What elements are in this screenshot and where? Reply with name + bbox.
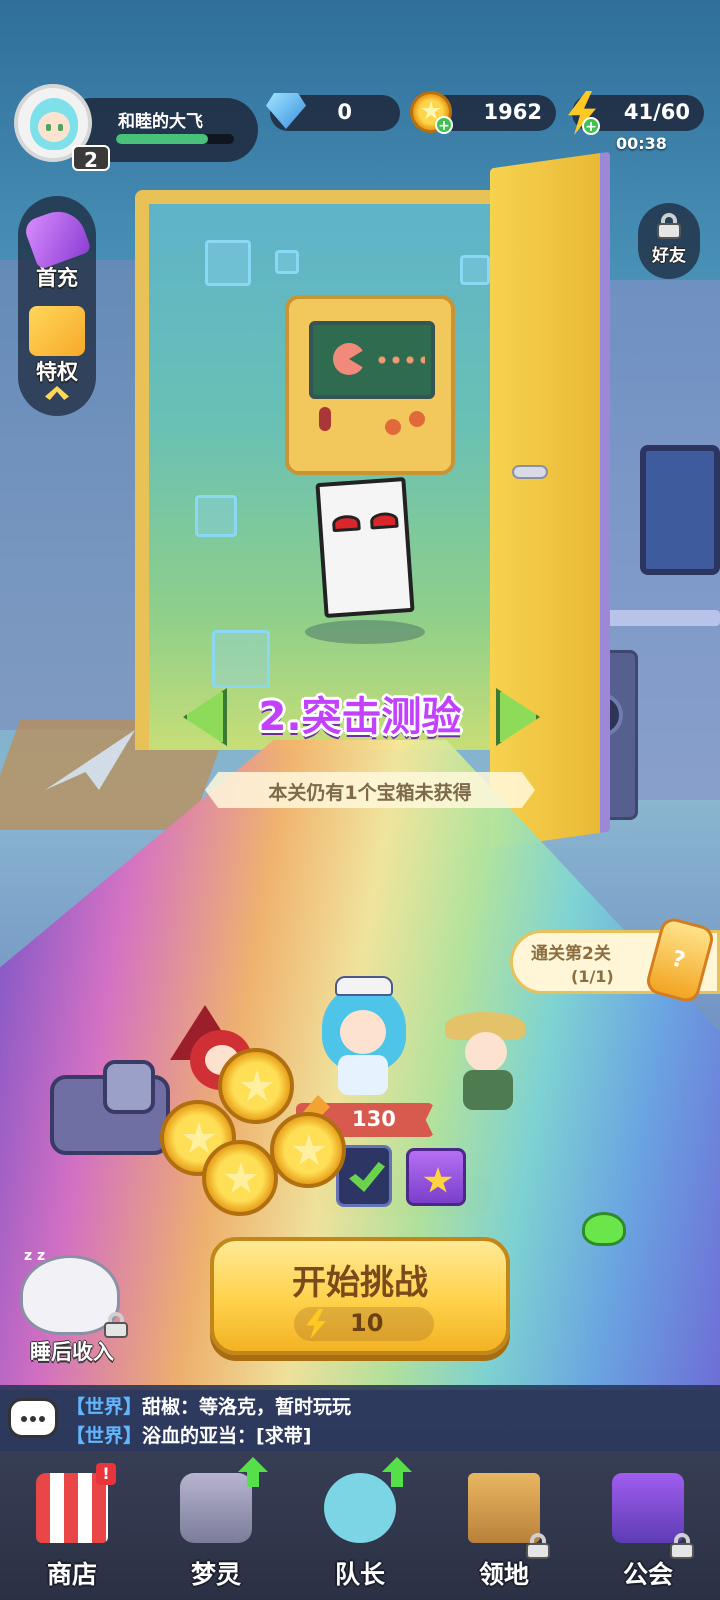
chat-text: 甜椒：等洛克，暂时玩玩 <box>142 1396 352 1418</box>
quest-title: 通关第2关 <box>531 944 611 964</box>
player-level-badge: 2 <box>72 145 110 172</box>
arcade-screen <box>309 321 435 399</box>
privilege-label: 特权 <box>36 360 78 384</box>
nav-dream-spirit[interactable]: 梦灵 <box>144 1451 288 1600</box>
nav-territory[interactable]: 领地 <box>432 1451 576 1600</box>
alert-badge: ! <box>96 1463 116 1485</box>
joystick <box>319 407 331 431</box>
lock-icon <box>102 1312 130 1338</box>
arcade-button <box>409 411 425 427</box>
avatar-eye <box>46 124 51 131</box>
pellets <box>375 356 425 364</box>
star-icon <box>423 1167 453 1193</box>
green-slime[interactable] <box>582 1212 626 1246</box>
pacman-icon <box>333 343 365 375</box>
energy-cost: 10 <box>294 1307 434 1341</box>
nav-label: 领地 <box>478 1560 529 1589</box>
start-challenge-button[interactable]: 开始挑战 10 <box>210 1237 510 1355</box>
floating-cube <box>460 255 490 285</box>
nav-label: 商店 <box>46 1560 97 1589</box>
privilege-button[interactable]: 特权 <box>18 306 96 386</box>
stage-subtitle: 本关仍有1个宝箱未获得 <box>268 782 472 804</box>
floating-cube <box>275 250 299 274</box>
diamond-value: 0 <box>337 100 352 124</box>
energy-counter[interactable]: + 41/60 <box>568 91 704 135</box>
unclaimed-chest[interactable] <box>406 1148 466 1206</box>
robot-hero-head <box>103 1060 155 1114</box>
quest-progress: (1/1) <box>571 967 614 986</box>
mage-hat <box>335 976 393 996</box>
lock-icon <box>655 213 683 239</box>
friends-label: 好友 <box>652 246 686 266</box>
add-gold-icon[interactable]: + <box>435 116 453 134</box>
team-power-value: 130 <box>352 1107 396 1131</box>
left-side-menu: 首充 特权 <box>18 196 96 416</box>
gold-counter[interactable]: + 1962 <box>410 91 556 134</box>
stage-title: 2.突击测验 <box>258 694 462 740</box>
add-energy-icon[interactable]: + <box>582 117 600 135</box>
floating-cube <box>195 495 237 537</box>
chat-channel: 【世界】 <box>66 1425 143 1447</box>
start-challenge-label: 开始挑战 <box>292 1263 428 1303</box>
arcade-machine <box>285 295 455 475</box>
upgrade-arrow-icon <box>382 1457 412 1487</box>
collapse-chevron-up-icon[interactable] <box>45 386 69 400</box>
energy-bolt-icon <box>306 1309 326 1339</box>
avatar-eye <box>58 124 63 131</box>
bottom-navigation: ! 商店 梦灵 队长 领地 公会 <box>0 1451 720 1600</box>
gold-value: 1962 <box>483 100 542 124</box>
gold-coin-pile <box>270 1112 346 1188</box>
sleep-income-label[interactable]: 睡后收入 <box>30 1336 114 1366</box>
energy-value: 41/60 <box>623 100 690 124</box>
open-door <box>490 151 610 849</box>
chat-message: 【世界】甜椒：等洛克，暂时玩玩 <box>66 1392 351 1419</box>
ticket-icon <box>29 306 85 356</box>
arcade-button <box>385 419 401 435</box>
stage-boss-card-monster[interactable] <box>315 477 415 618</box>
energy-timer: 00:38 <box>616 134 667 153</box>
first-charge-button[interactable]: 首充 <box>18 203 96 292</box>
nav-label: 梦灵 <box>190 1560 241 1589</box>
dream-spirit-icon <box>180 1473 252 1543</box>
computer-monitor <box>640 445 720 575</box>
door-knob <box>512 465 548 479</box>
floating-cube <box>212 630 270 688</box>
captain-icon <box>324 1473 396 1543</box>
gold-coin-icon: + <box>410 91 453 134</box>
boss-eye <box>369 511 399 530</box>
hammer-icon <box>22 203 92 271</box>
floating-cube <box>205 240 251 286</box>
gold-coin-pile <box>218 1048 294 1124</box>
xp-bar-fill <box>116 134 209 144</box>
boss-shadow <box>305 620 425 644</box>
nav-label: 队长 <box>334 1560 385 1589</box>
first-charge-label: 首充 <box>36 266 78 290</box>
ranger-body <box>463 1070 513 1110</box>
friends-button[interactable]: 好友 <box>638 203 700 279</box>
energy-cost-value: 10 <box>350 1309 384 1337</box>
nav-guild[interactable]: 公会 <box>576 1451 720 1600</box>
player-name: 和睦的大飞 <box>118 112 203 132</box>
mage-body <box>338 1055 388 1095</box>
boss-eye <box>331 514 361 533</box>
chat-text: 浴血的亚当：[求带] <box>142 1425 312 1447</box>
chat-message: 【世界】浴血的亚当：[求带] <box>66 1421 311 1448</box>
quest-reward-panel[interactable]: 通关第2关 (1/1) ? <box>510 915 720 1005</box>
avatar-face <box>38 112 70 142</box>
xp-bar <box>116 134 234 144</box>
nav-captain[interactable]: 队长 <box>288 1451 432 1600</box>
nav-label: 公会 <box>622 1560 673 1589</box>
ranger-hero[interactable] <box>465 1032 507 1072</box>
gold-coin-pile <box>202 1140 278 1216</box>
nav-shop[interactable]: ! 商店 <box>0 1451 144 1600</box>
diamond-counter[interactable]: 0 <box>266 93 400 131</box>
chat-channel: 【世界】 <box>66 1396 143 1418</box>
checkmark-icon <box>349 1162 385 1192</box>
chat-bubble-icon[interactable] <box>8 1398 58 1438</box>
mage-face <box>340 1010 386 1054</box>
